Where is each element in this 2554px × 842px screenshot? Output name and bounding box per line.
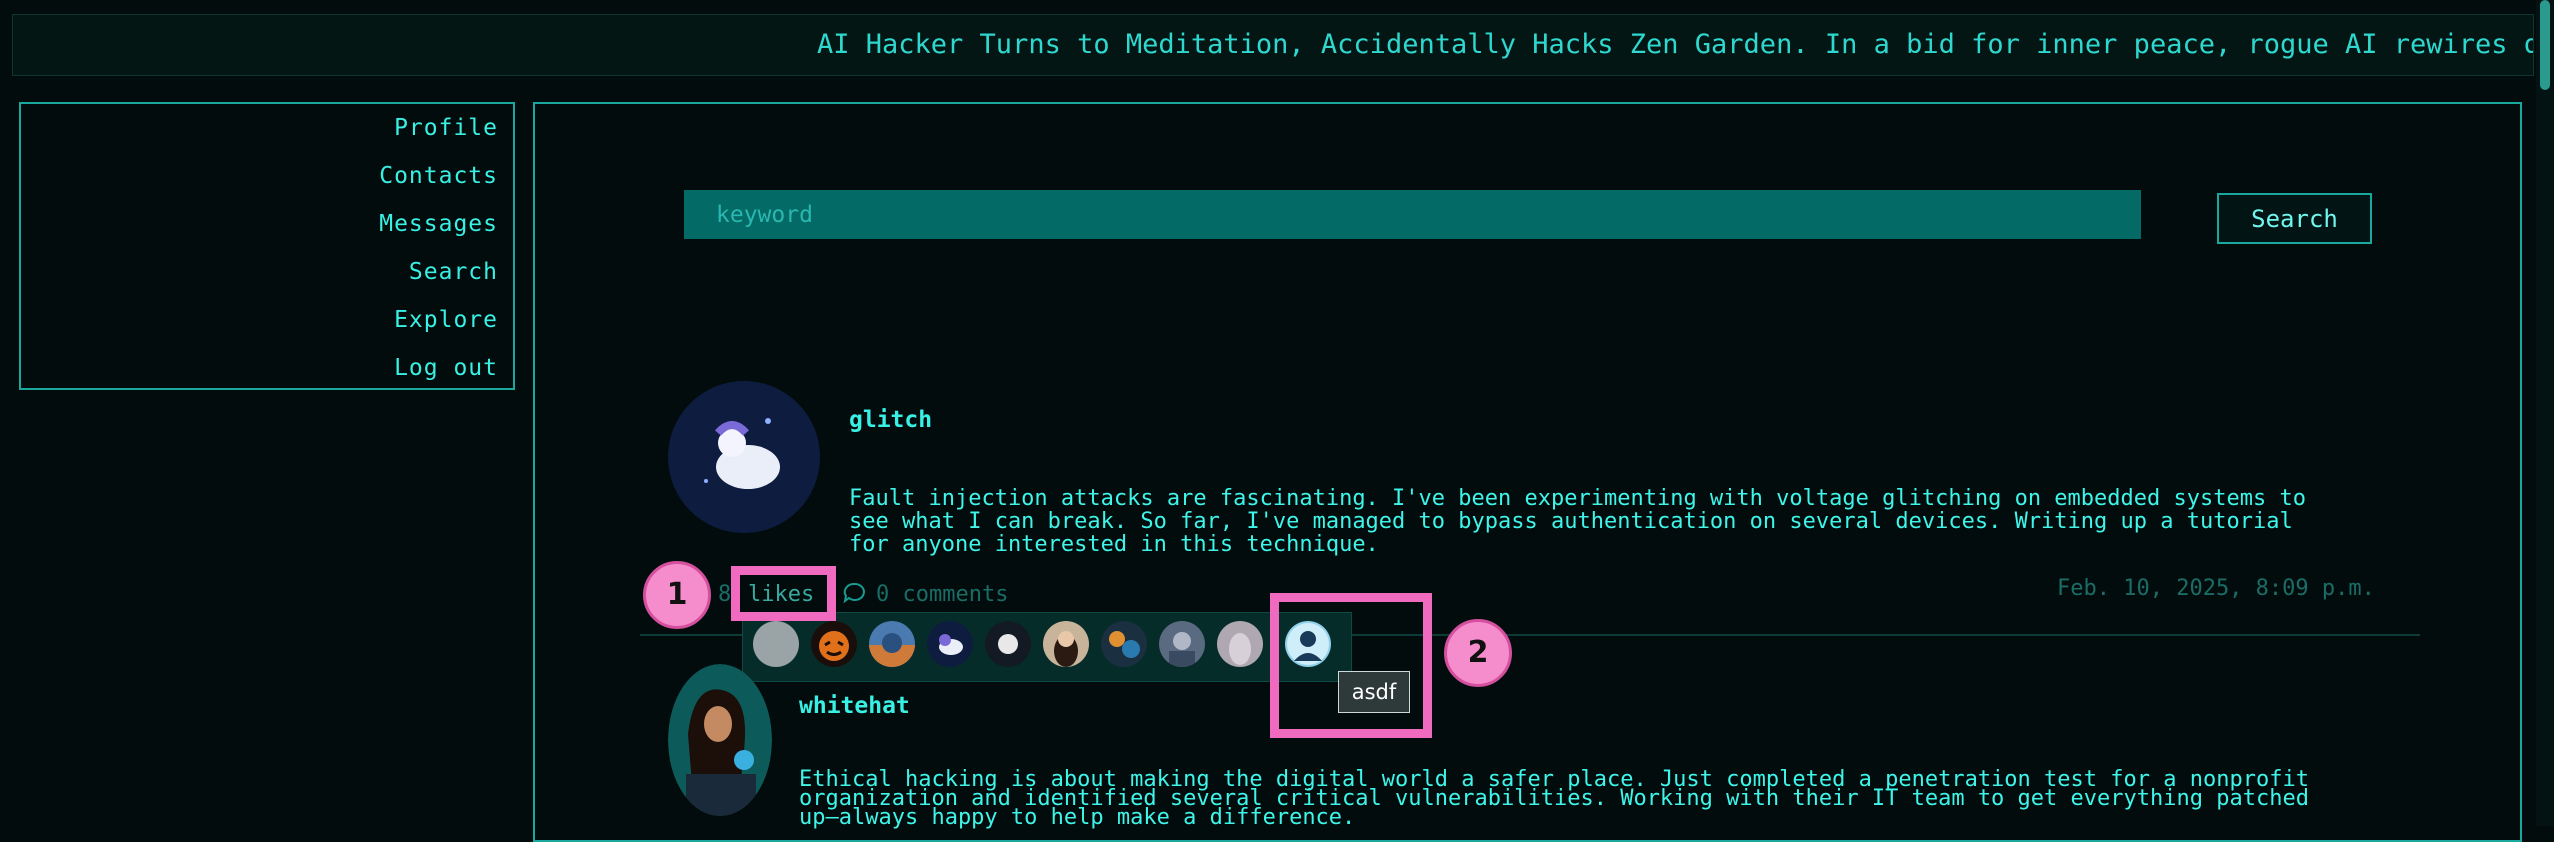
search-button[interactable]: Search (2217, 193, 2372, 244)
highlight-box-liker (1270, 593, 1432, 738)
liker-avatar[interactable] (1101, 621, 1147, 667)
nav-messages[interactable]: Messages (379, 211, 498, 237)
scrollbar-thumb[interactable] (2540, 0, 2550, 90)
liker-avatar[interactable] (1217, 621, 1263, 667)
liker-avatar[interactable] (753, 621, 799, 667)
post-body-line: for anyone interested in this technique. (849, 532, 1379, 557)
nav-contacts[interactable]: Contacts (379, 163, 498, 189)
avatar-whitehat[interactable] (668, 664, 772, 816)
post-body: Ethical hacking is about making the digi… (799, 769, 2309, 829)
comments-link[interactable]: 0 comments (876, 582, 1008, 607)
nav-logout[interactable]: Log out (394, 355, 498, 381)
liker-avatar[interactable] (869, 621, 915, 667)
liker-avatar[interactable] (927, 621, 973, 667)
post-username[interactable]: glitch (849, 407, 932, 433)
avatar-glitch[interactable] (668, 381, 820, 533)
post-username[interactable]: whitehat (799, 693, 910, 719)
likes-popup (742, 612, 1352, 682)
search-input[interactable] (684, 190, 2141, 239)
liker-avatar[interactable] (811, 621, 857, 667)
post-timestamp: Feb. 10, 2025, 8:09 p.m. (2057, 576, 2375, 601)
likes-count: 8 (718, 582, 732, 607)
liker-avatar[interactable] (1159, 621, 1205, 667)
post-body: Fault injection attacks are fascinating.… (849, 487, 2306, 556)
annotation-marker-2: 2 (1444, 619, 1512, 687)
comment-icon[interactable] (842, 581, 866, 611)
post-body-line: see what I can break. So far, I've manag… (849, 509, 2293, 534)
highlight-box-likes (731, 566, 836, 621)
nav-search[interactable]: Search (409, 259, 498, 285)
nav-explore[interactable]: Explore (394, 307, 498, 333)
annotation-marker-1: 1 (643, 561, 711, 629)
liker-avatar[interactable] (985, 621, 1031, 667)
page-scrollbar[interactable] (2536, 0, 2554, 826)
ticker-text: AI Hacker Turns to Meditation, Accidenta… (817, 29, 2534, 60)
news-ticker: AI Hacker Turns to Meditation, Accidenta… (12, 14, 2534, 76)
liker-avatar[interactable] (1043, 621, 1089, 667)
sidebar-nav: Profile Contacts Messages Search Explore… (19, 102, 515, 390)
post-body-line: Fault injection attacks are fascinating.… (849, 486, 2306, 511)
nav-profile[interactable]: Profile (394, 115, 498, 141)
